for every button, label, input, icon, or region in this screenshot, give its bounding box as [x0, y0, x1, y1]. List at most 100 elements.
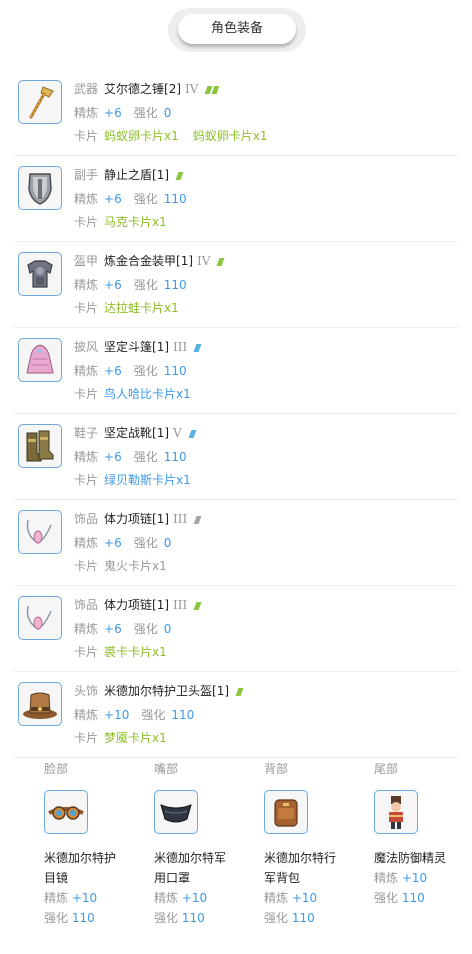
rarity-mark — [175, 171, 184, 180]
item-icon-box[interactable] — [18, 338, 62, 382]
cosmetic-equipment: 脸部 米德加尔特护目镜 精炼 +10 强化 110 嘴部 米德加尔特军用口罩 精… — [14, 760, 458, 950]
refine-value: +10 — [104, 708, 130, 722]
shield-icon — [19, 167, 61, 209]
tier-label: III — [173, 512, 188, 526]
enhance-value: 0 — [163, 536, 172, 550]
cosmetic-icon-box[interactable] — [44, 790, 88, 834]
equipment-row-2[interactable]: 副手 静止之盾[1] 精炼 +6 强化 110 卡片 马克卡片x1 — [14, 156, 458, 242]
item-name: 坚定斗篷[1] — [104, 340, 170, 354]
equipment-row-1[interactable]: 武器 艾尔德之锤[2] IV 精炼 +6 强化 0 卡片 蚂蚁卵卡片x1 蚂蚁卵卡片x1 — [14, 70, 458, 156]
hat-icon — [19, 683, 61, 725]
card-entry[interactable]: 梦魇卡片x1 — [104, 731, 167, 745]
item-icon-box[interactable] — [18, 166, 62, 210]
slot-label: 头饰 — [74, 684, 99, 698]
card-list: 达拉蛙卡片x1 — [104, 301, 179, 315]
refine-label: 精炼 — [74, 622, 99, 636]
title-frame: 角色装备 — [168, 8, 306, 52]
card-label: 卡片 — [74, 473, 99, 487]
item-name: 艾尔德之锤[2] — [104, 82, 182, 96]
enhance-value: 110 — [181, 911, 205, 925]
card-label: 卡片 — [74, 645, 99, 659]
refine-value: +6 — [104, 536, 122, 550]
item-icon-box[interactable] — [18, 682, 62, 726]
item-card-line: 卡片 蚂蚁卵卡片x1 蚂蚁卵卡片x1 — [74, 127, 268, 145]
refine-value: +6 — [104, 364, 122, 378]
rarity-mark — [193, 343, 202, 352]
equipment-row-3[interactable]: 盔甲 炼金合金装甲[1] IV 精炼 +6 强化 110 卡片 达拉蛙卡片x1 — [14, 242, 458, 328]
refine-value: +6 — [104, 192, 122, 206]
item-stat-line: 精炼 +6 强化 0 — [74, 104, 171, 122]
mask-icon — [155, 791, 197, 833]
cosmetic-enhance: 强化 110 — [154, 908, 224, 928]
card-label: 卡片 — [74, 387, 99, 401]
card-entry[interactable]: 蚂蚁卵卡片x1 — [104, 129, 179, 143]
cosmetic-enhance: 强化 110 — [264, 908, 334, 928]
item-icon-box[interactable] — [18, 424, 62, 468]
cosmetic-slot-label: 嘴部 — [154, 762, 179, 776]
equipment-row-6[interactable]: 饰品 体力项链[1] III 精炼 +6 强化 0 卡片 鬼火卡片x1 — [14, 500, 458, 586]
refine-value: +6 — [104, 106, 122, 120]
cosmetic-icon-box[interactable] — [374, 790, 418, 834]
cloak-icon — [19, 339, 61, 381]
enhance-label: 强化 — [133, 192, 158, 206]
item-name: 体力项链[1] — [104, 512, 170, 526]
cosmetic-slot-4: 尾部 魔法防御精灵 精炼 +10 强化 110 — [344, 760, 446, 908]
item-icon-box[interactable] — [18, 596, 62, 640]
equipment-list: 武器 艾尔德之锤[2] IV 精炼 +6 强化 0 卡片 蚂蚁卵卡片x1 蚂蚁卵卡片x1 副手… — [14, 70, 458, 758]
refine-value: +10 — [181, 891, 208, 905]
refine-value: +10 — [401, 871, 428, 885]
enhance-label: 强化 — [133, 106, 158, 120]
equipment-row-5[interactable]: 鞋子 坚定战靴[1] V 精炼 +6 强化 110 卡片 绿贝勒斯卡片x1 — [14, 414, 458, 500]
goggles-icon — [45, 791, 87, 833]
cosmetic-icon-box[interactable] — [264, 790, 308, 834]
item-title-line: 武器 艾尔德之锤[2] IV — [74, 80, 220, 98]
rarity-marks — [216, 252, 225, 270]
slot-label: 鞋子 — [74, 426, 99, 440]
enhance-value: 0 — [163, 106, 172, 120]
tier-label: III — [173, 340, 188, 354]
item-icon-box[interactable] — [18, 252, 62, 296]
enhance-value: 110 — [163, 364, 187, 378]
item-title-line: 饰品 体力项链[1] III — [74, 510, 202, 528]
rarity-marks — [204, 80, 220, 98]
refine-value: +6 — [104, 278, 122, 292]
card-entry[interactable]: 马克卡片x1 — [104, 215, 167, 229]
cosmetic-icon-box[interactable] — [154, 790, 198, 834]
item-name: 炼金合金装甲[1] — [104, 254, 194, 268]
rarity-marks — [193, 596, 202, 614]
item-title-line: 饰品 体力项链[1] III — [74, 596, 202, 614]
necklace-icon — [19, 597, 61, 639]
item-icon-box[interactable] — [18, 510, 62, 554]
card-entry[interactable]: 鸟人哈比卡片x1 — [104, 387, 191, 401]
enhance-label: 强化 — [133, 450, 158, 464]
equipment-row-8[interactable]: 头饰 米德加尔特护卫头盔[1] 精炼 +10 强化 110 卡片 梦魇卡片x1 — [14, 672, 458, 758]
card-list: 梦魇卡片x1 — [104, 731, 167, 745]
boots-icon — [19, 425, 61, 467]
card-label: 卡片 — [74, 559, 99, 573]
item-icon-box[interactable] — [18, 80, 62, 124]
card-entry[interactable]: 裘卡卡片x1 — [104, 645, 167, 659]
enhance-value: 110 — [291, 911, 315, 925]
cosmetic-refine: 精炼 +10 — [44, 888, 114, 908]
card-list: 绿贝勒斯卡片x1 — [104, 473, 191, 487]
equipment-row-4[interactable]: 披风 坚定斗篷[1] III 精炼 +6 强化 110 卡片 鸟人哈比卡片x1 — [14, 328, 458, 414]
card-list: 马克卡片x1 — [104, 215, 167, 229]
item-title-line: 头饰 米德加尔特护卫头盔[1] — [74, 682, 244, 700]
item-title-line: 副手 静止之盾[1] — [74, 166, 184, 184]
enhance-label: 强化 — [374, 891, 399, 905]
enhance-label: 强化 — [141, 708, 166, 722]
item-name: 坚定战靴[1] — [104, 426, 170, 440]
rarity-marks — [193, 338, 202, 356]
rarity-marks — [235, 682, 244, 700]
page-title[interactable]: 角色装备 — [178, 14, 296, 44]
card-entry[interactable]: 鬼火卡片x1 — [104, 559, 167, 573]
card-entry[interactable]: 达拉蛙卡片x1 — [104, 301, 179, 315]
enhance-label: 强化 — [133, 622, 158, 636]
card-entry[interactable]: 蚂蚁卵卡片x1 — [193, 129, 268, 143]
card-entry[interactable]: 绿贝勒斯卡片x1 — [104, 473, 191, 487]
equipment-row-7[interactable]: 饰品 体力项链[1] III 精炼 +6 强化 0 卡片 裘卡卡片x1 — [14, 586, 458, 672]
enhance-value: 110 — [401, 891, 425, 905]
item-stat-line: 精炼 +6 强化 0 — [74, 534, 171, 552]
rarity-marks — [175, 166, 184, 184]
refine-label: 精炼 — [374, 871, 399, 885]
